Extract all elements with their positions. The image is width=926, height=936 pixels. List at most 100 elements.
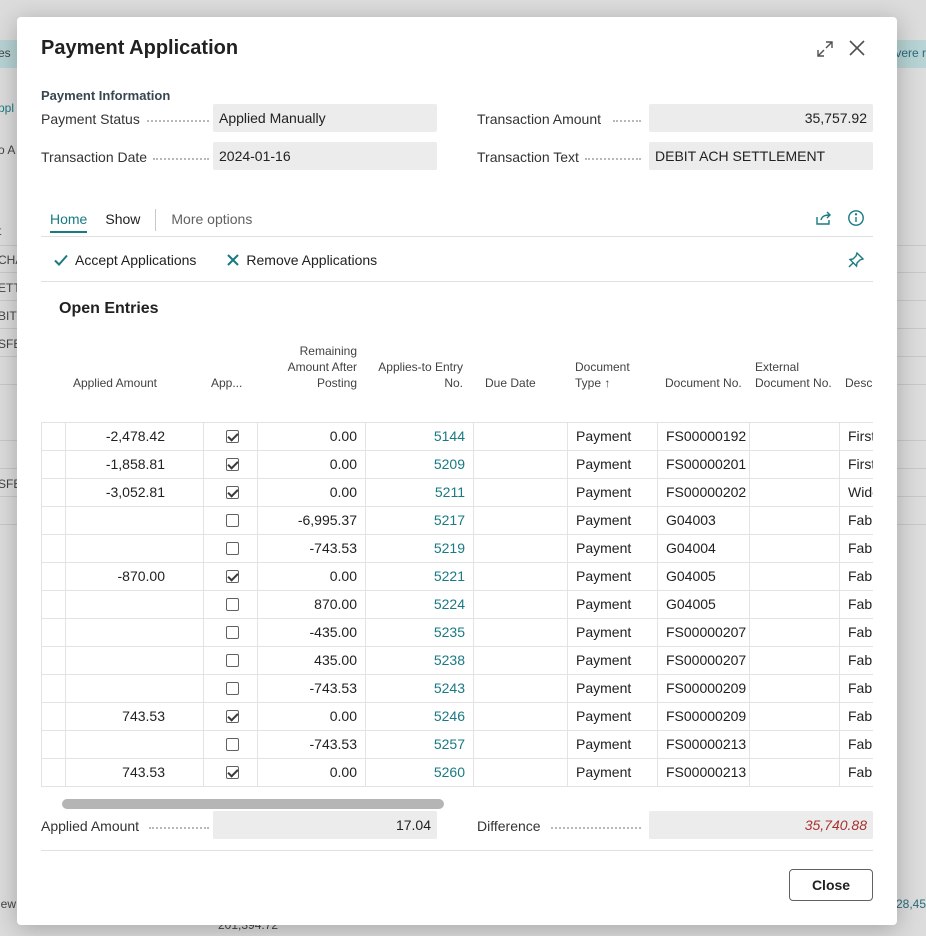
applied-checkbox[interactable] — [226, 486, 239, 499]
column-header-description[interactable]: Descr — [837, 337, 873, 399]
cell-description: Fabr — [839, 591, 873, 619]
share-icon[interactable] — [812, 206, 836, 230]
cell-applies-to-entry-no[interactable]: 5243 — [365, 675, 473, 703]
row-selector[interactable] — [41, 759, 65, 787]
row-selector[interactable] — [41, 647, 65, 675]
table-row[interactable]: -3,052.81 0.005211 PaymentFS00000202 Wide — [41, 479, 873, 507]
tab-show[interactable]: Show — [96, 205, 149, 235]
cell-applies-to-entry-no[interactable]: 5224 — [365, 591, 473, 619]
tab-home[interactable]: Home — [41, 205, 96, 235]
cell-applied[interactable] — [203, 563, 257, 591]
applied-checkbox[interactable] — [226, 458, 239, 471]
column-header-external-document-no[interactable]: External Document No. — [747, 337, 839, 399]
applied-checkbox[interactable] — [226, 570, 239, 583]
table-row[interactable]: -743.535243 PaymentFS00000209 Fabr — [41, 675, 873, 703]
cell-applied[interactable] — [203, 423, 257, 451]
transaction-amount-field[interactable]: 35,757.92 — [649, 104, 873, 132]
table-row[interactable]: -6,995.375217 PaymentG04003 Fabr — [41, 507, 873, 535]
column-header-applied[interactable]: App... — [203, 337, 257, 399]
table-row[interactable]: 743.53 0.005260 PaymentFS00000213 Fabr — [41, 759, 873, 787]
transaction-date-field[interactable]: 2024-01-16 — [213, 142, 437, 170]
applied-checkbox[interactable] — [226, 514, 239, 527]
table-row[interactable]: 743.53 0.005246 PaymentFS00000209 Fabr — [41, 703, 873, 731]
applied-checkbox[interactable] — [226, 430, 239, 443]
cell-applies-to-entry-no[interactable]: 5211 — [365, 479, 473, 507]
cell-applies-to-entry-no[interactable]: 5235 — [365, 619, 473, 647]
column-header-applies-to-entry-no[interactable]: Applies-to Entry No. — [365, 337, 471, 399]
background-text: t — [0, 224, 1, 238]
cell-applies-to-entry-no[interactable]: 5260 — [365, 759, 473, 787]
cell-external-document-no — [749, 703, 839, 731]
cell-applied[interactable] — [203, 535, 257, 563]
row-selector[interactable] — [41, 675, 65, 703]
applied-checkbox[interactable] — [226, 738, 239, 751]
cell-applies-to-entry-no[interactable]: 5209 — [365, 451, 473, 479]
applied-checkbox[interactable] — [226, 682, 239, 695]
cell-applied[interactable] — [203, 451, 257, 479]
cell-applied[interactable] — [203, 759, 257, 787]
cell-applied[interactable] — [203, 591, 257, 619]
table-row[interactable]: -743.535219 PaymentG04004 Fabr — [41, 535, 873, 563]
applied-checkbox[interactable] — [226, 710, 239, 723]
remove-applications-label: Remove Applications — [246, 252, 378, 268]
difference-field[interactable]: 35,740.88 — [649, 811, 873, 839]
column-header-document-type[interactable]: Document Type ↑ — [567, 337, 657, 399]
row-selector[interactable] — [41, 451, 65, 479]
cell-applied[interactable] — [203, 703, 257, 731]
table-row[interactable]: -743.535257 PaymentFS00000213 Fabr — [41, 731, 873, 759]
cell-applies-to-entry-no[interactable]: 5144 — [365, 423, 473, 451]
table-row[interactable]: -2,478.42 0.00 5144 Payment FS00000192 First — [41, 423, 873, 451]
row-selector[interactable] — [41, 731, 65, 759]
table-row[interactable]: -1,858.81 0.00 5209 Payment FS00000201 First — [41, 451, 873, 479]
tab-more-options[interactable]: More options — [162, 205, 261, 235]
row-selector[interactable] — [41, 591, 65, 619]
horizontal-scrollbar[interactable] — [62, 799, 444, 809]
table-row[interactable]: -435.005235 PaymentFS00000207 Fabr — [41, 619, 873, 647]
cell-applied[interactable] — [203, 731, 257, 759]
cell-applies-to-entry-no[interactable]: 5246 — [365, 703, 473, 731]
column-header-remaining-amount[interactable]: Remaining Amount After Posting — [257, 337, 365, 399]
cell-applies-to-entry-no[interactable]: 5221 — [365, 563, 473, 591]
cell-applied[interactable] — [203, 479, 257, 507]
payment-status-field[interactable]: Applied Manually — [213, 104, 437, 132]
column-header-applied-amount[interactable]: Applied Amount — [65, 337, 165, 399]
applied-amount-field[interactable]: 17.04 — [213, 811, 437, 839]
column-header-due-date[interactable]: Due Date — [477, 337, 567, 399]
close-button[interactable]: Close — [789, 869, 873, 901]
applied-checkbox[interactable] — [226, 626, 239, 639]
cell-applied[interactable] — [203, 619, 257, 647]
row-selector[interactable] — [41, 619, 65, 647]
applied-checkbox[interactable] — [226, 542, 239, 555]
row-selector[interactable] — [41, 703, 65, 731]
row-selector[interactable] — [41, 563, 65, 591]
applied-checkbox[interactable] — [226, 766, 239, 779]
applied-checkbox[interactable] — [226, 598, 239, 611]
table-row[interactable]: -870.00 0.005221 PaymentG04005 Fabr — [41, 563, 873, 591]
table-row[interactable]: 435.005238 PaymentFS00000207 Fabr — [41, 647, 873, 675]
column-header-document-no[interactable]: Document No. — [657, 337, 749, 399]
cell-applied-amount: -870.00 — [65, 563, 173, 591]
difference-label: Difference — [477, 818, 541, 834]
row-selector[interactable] — [41, 507, 65, 535]
cell-applied[interactable] — [203, 647, 257, 675]
info-icon[interactable] — [844, 206, 868, 230]
row-selector[interactable] — [41, 479, 65, 507]
close-icon[interactable] — [845, 36, 869, 60]
accept-applications-button[interactable]: Accept Applications — [53, 252, 196, 268]
row-selector[interactable] — [41, 423, 65, 451]
cell-applies-to-entry-no[interactable]: 5238 — [365, 647, 473, 675]
cell-applies-to-entry-no[interactable]: 5257 — [365, 731, 473, 759]
cell-applied[interactable] — [203, 507, 257, 535]
transaction-text-field[interactable]: DEBIT ACH SETTLEMENT — [649, 142, 873, 170]
cell-applied[interactable] — [203, 675, 257, 703]
cell-applies-to-entry-no[interactable]: 5217 — [365, 507, 473, 535]
open-entries-grid: Applied Amount App... Remaining Amount A… — [41, 337, 873, 799]
cell-applies-to-entry-no[interactable]: 5219 — [365, 535, 473, 563]
remove-applications-button[interactable]: Remove Applications — [226, 252, 377, 268]
applied-checkbox[interactable] — [226, 654, 239, 667]
table-row[interactable]: 870.005224 PaymentG04005 Fabr — [41, 591, 873, 619]
expand-icon[interactable] — [813, 37, 837, 61]
row-selector[interactable] — [41, 535, 65, 563]
pin-icon[interactable] — [844, 248, 868, 272]
cell-remaining-amount: -435.00 — [257, 619, 365, 647]
